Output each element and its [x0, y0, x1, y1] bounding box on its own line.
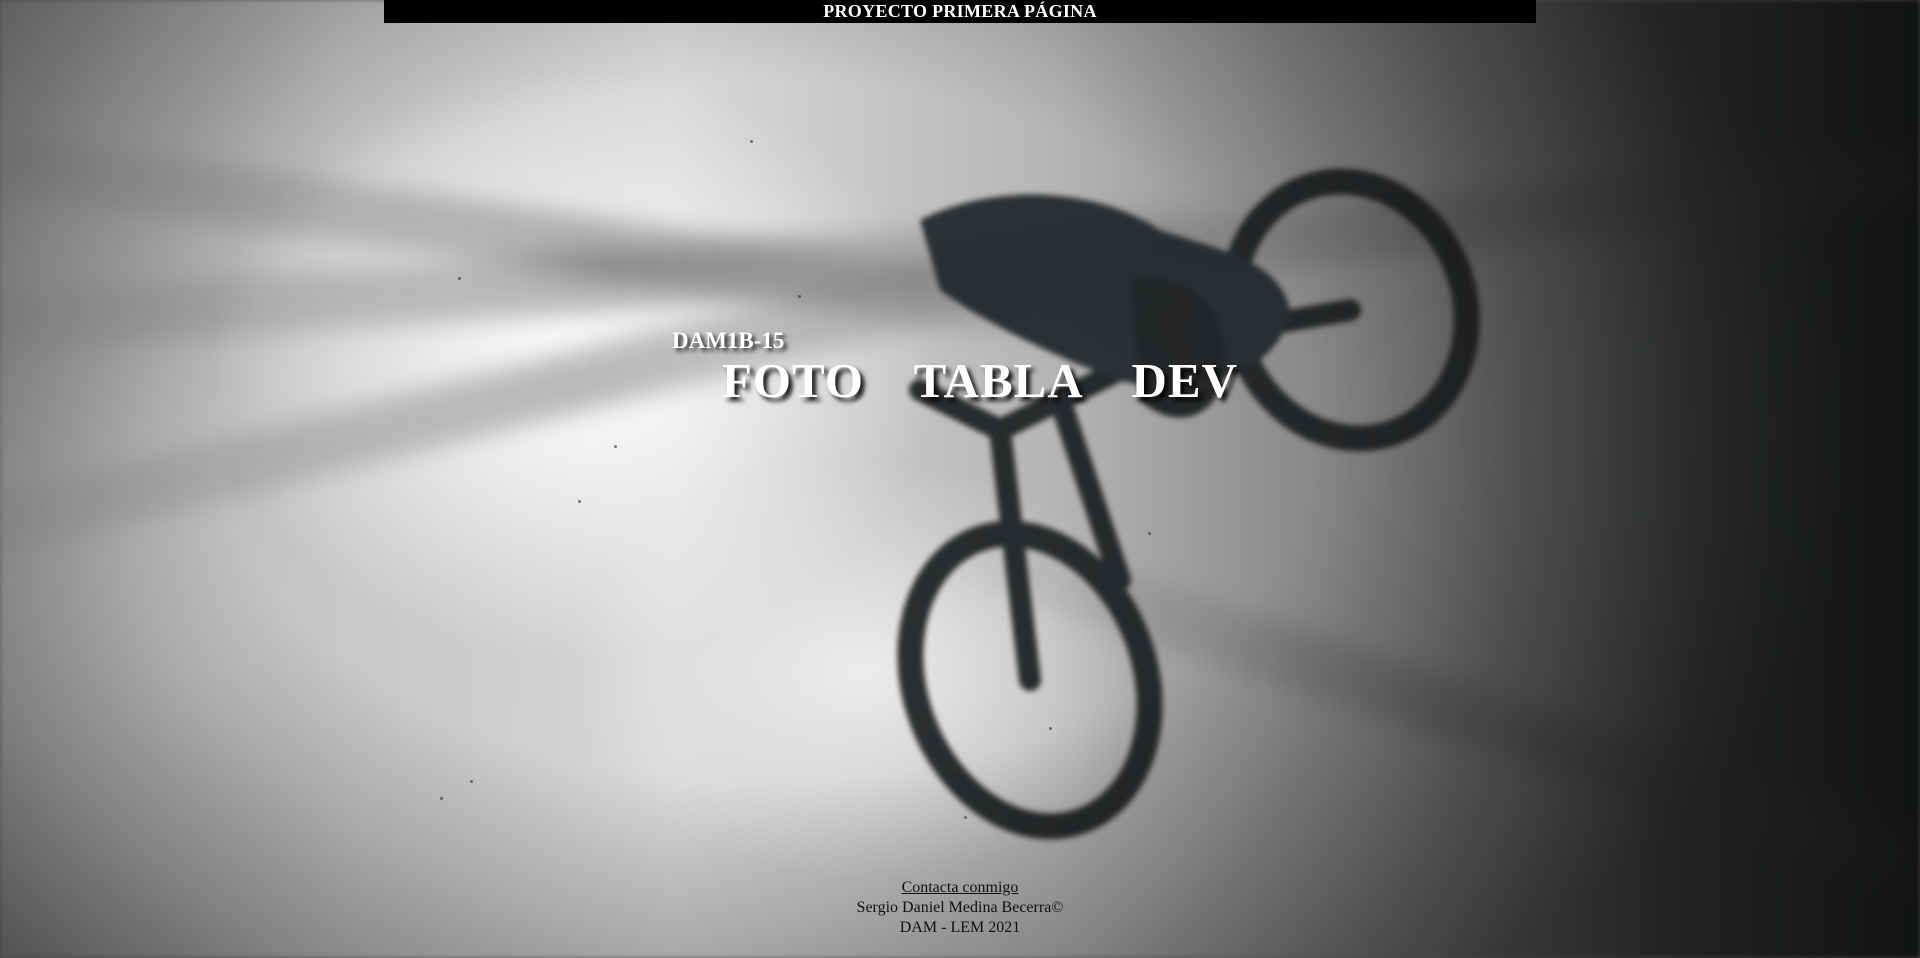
footer-course: DAM - LEM 2021: [899, 919, 1021, 936]
dust-particle: [1049, 727, 1052, 730]
vignette-overlay: [0, 0, 1920, 958]
dust-particle: [1148, 532, 1151, 535]
dust-particle: [440, 797, 443, 800]
hero-title: FOTO TABLA DEV: [722, 353, 1239, 408]
page-footer: Contacta conmigo Sergio Daniel Medina Be…: [0, 878, 1920, 938]
dust-particle: [458, 277, 461, 280]
dust-particle: [470, 780, 473, 783]
footer-author: Sergio Daniel Medina Becerra©: [856, 899, 1064, 916]
dust-particle: [614, 445, 617, 448]
contact-link[interactable]: Contacta conmigo: [902, 879, 1019, 896]
hero-subtitle: DAM1B-15: [672, 328, 785, 353]
dust-particle: [578, 500, 581, 503]
header-title: PROYECTO PRIMERA PÁGINA: [823, 1, 1097, 21]
dust-particle: [798, 295, 801, 298]
page-header: PROYECTO PRIMERA PÁGINA: [384, 0, 1536, 23]
dust-particle: [964, 816, 967, 819]
dust-particle: [1311, 431, 1314, 434]
dust-particle: [750, 140, 753, 143]
